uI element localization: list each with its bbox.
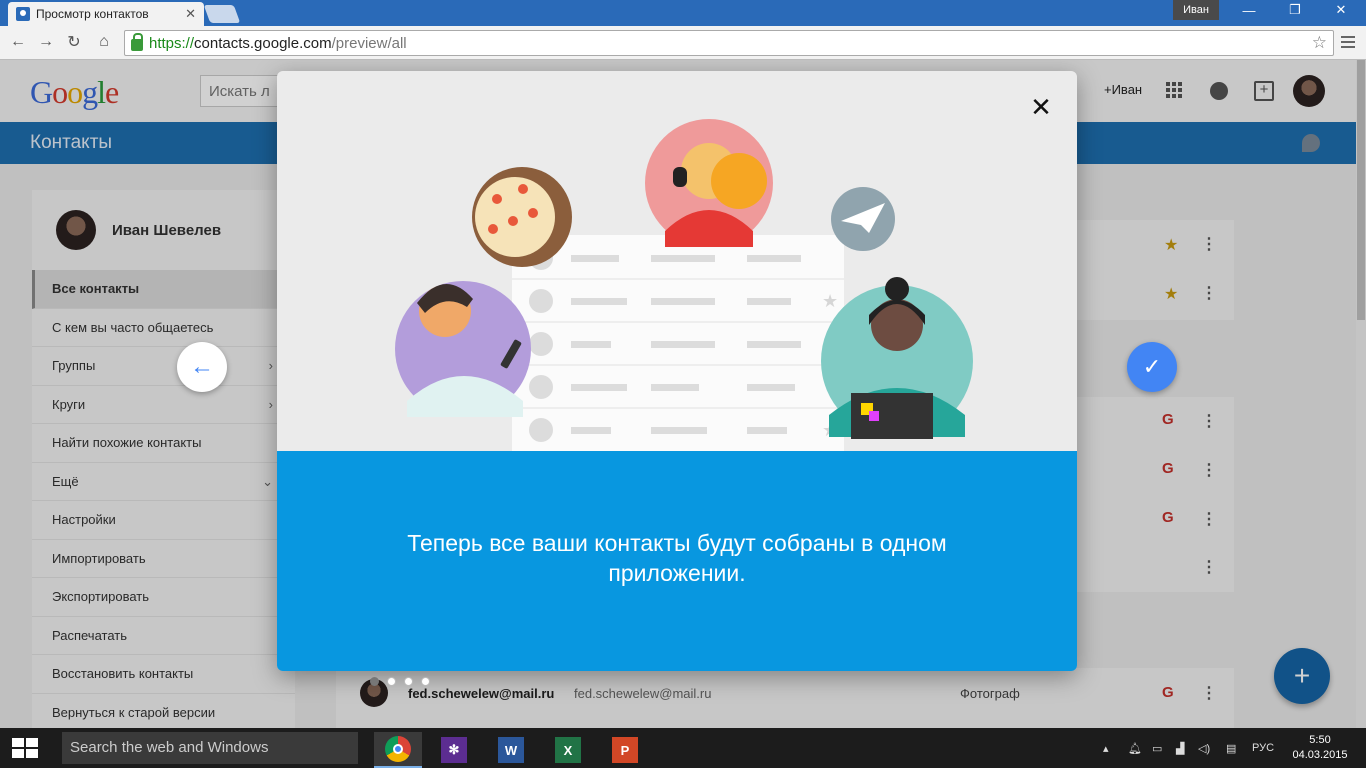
wifi-icon[interactable]: ▟: [1176, 728, 1184, 768]
check-icon[interactable]: ✓: [1127, 342, 1177, 392]
home-icon[interactable]: ⌂: [92, 30, 116, 54]
forward-icon[interactable]: →: [34, 30, 58, 54]
battery-icon[interactable]: ▭: [1152, 728, 1162, 768]
url-path: /preview/all: [331, 34, 407, 52]
clock-time: 5:50: [1309, 734, 1331, 746]
pagination-dot[interactable]: [421, 677, 430, 686]
new-tab-button[interactable]: [203, 5, 241, 23]
pagination-dot[interactable]: [370, 677, 379, 686]
window-maximize-button[interactable]: ❐: [1272, 0, 1318, 20]
url-host: contacts.google.com: [194, 34, 332, 52]
back-icon[interactable]: ←: [6, 30, 30, 54]
window-close-button[interactable]: ✕: [1318, 0, 1364, 20]
browser-titlebar: Просмотр контактов ✕ Иван — ❐ ✕: [0, 0, 1366, 26]
word-icon[interactable]: W: [487, 732, 535, 768]
arrow-left-icon[interactable]: ←: [177, 342, 227, 392]
action-center-icon[interactable]: ▤: [1226, 728, 1236, 768]
taskbar-search-input[interactable]: Search the web and Windows: [62, 732, 358, 764]
url-scheme: https://: [149, 34, 195, 52]
powerpoint-icon[interactable]: P: [601, 732, 649, 768]
tab-close-icon[interactable]: ✕: [185, 6, 196, 22]
page-content: Google Искать л +Иван + Контакты Иван Ше…: [0, 60, 1366, 728]
excel-icon[interactable]: X: [544, 732, 592, 768]
contacts-icon: [16, 7, 30, 21]
pagination-dots: [370, 677, 430, 686]
windows-icon[interactable]: [12, 738, 40, 758]
browser-toolbar: ← → ↻ ⌂ https:// contacts.google.com /pr…: [0, 26, 1366, 60]
close-icon[interactable]: ✕: [1029, 94, 1053, 120]
contacts-illustration: ★ ★: [395, 119, 973, 451]
notification-icon[interactable]: 🔔︎: [1128, 728, 1142, 768]
pagination-dot[interactable]: [387, 677, 396, 686]
browser-user-badge[interactable]: Иван: [1173, 0, 1219, 20]
onboarding-illustration: ★ ★: [277, 71, 1077, 451]
address-bar[interactable]: https:// contacts.google.com /preview/al…: [124, 30, 1334, 56]
onboarding-dialog: ★ ★: [277, 71, 1077, 671]
bookmark-star-icon[interactable]: ☆: [1312, 33, 1327, 53]
clock-date: 04.03.2015: [1292, 749, 1348, 761]
system-clock[interactable]: 5:50 04.03.2015: [1290, 733, 1350, 763]
window-minimize-button[interactable]: —: [1226, 0, 1272, 20]
settings-icon[interactable]: ✻: [430, 732, 478, 768]
menu-icon[interactable]: [1338, 32, 1358, 52]
svg-text:★: ★: [822, 291, 838, 311]
windows-taskbar: Search the web and Windows ✻ W X P ▴ 🔔︎ …: [0, 728, 1366, 768]
reload-icon[interactable]: ↻: [62, 30, 86, 54]
tab-title: Просмотр контактов: [36, 7, 149, 21]
browser-tab-contacts[interactable]: Просмотр контактов ✕: [8, 2, 204, 26]
chrome-icon[interactable]: [374, 732, 422, 768]
show-hidden-icons[interactable]: ▴: [1103, 728, 1109, 768]
input-language[interactable]: РУС: [1252, 728, 1274, 768]
lock-icon: [131, 32, 143, 51]
onboarding-message: Теперь все ваши контакты будут собраны в…: [407, 530, 947, 586]
volume-icon[interactable]: ◁): [1198, 728, 1210, 768]
pagination-dot[interactable]: [404, 677, 413, 686]
onboarding-body: Теперь все ваши контакты будут собраны в…: [277, 451, 1077, 671]
